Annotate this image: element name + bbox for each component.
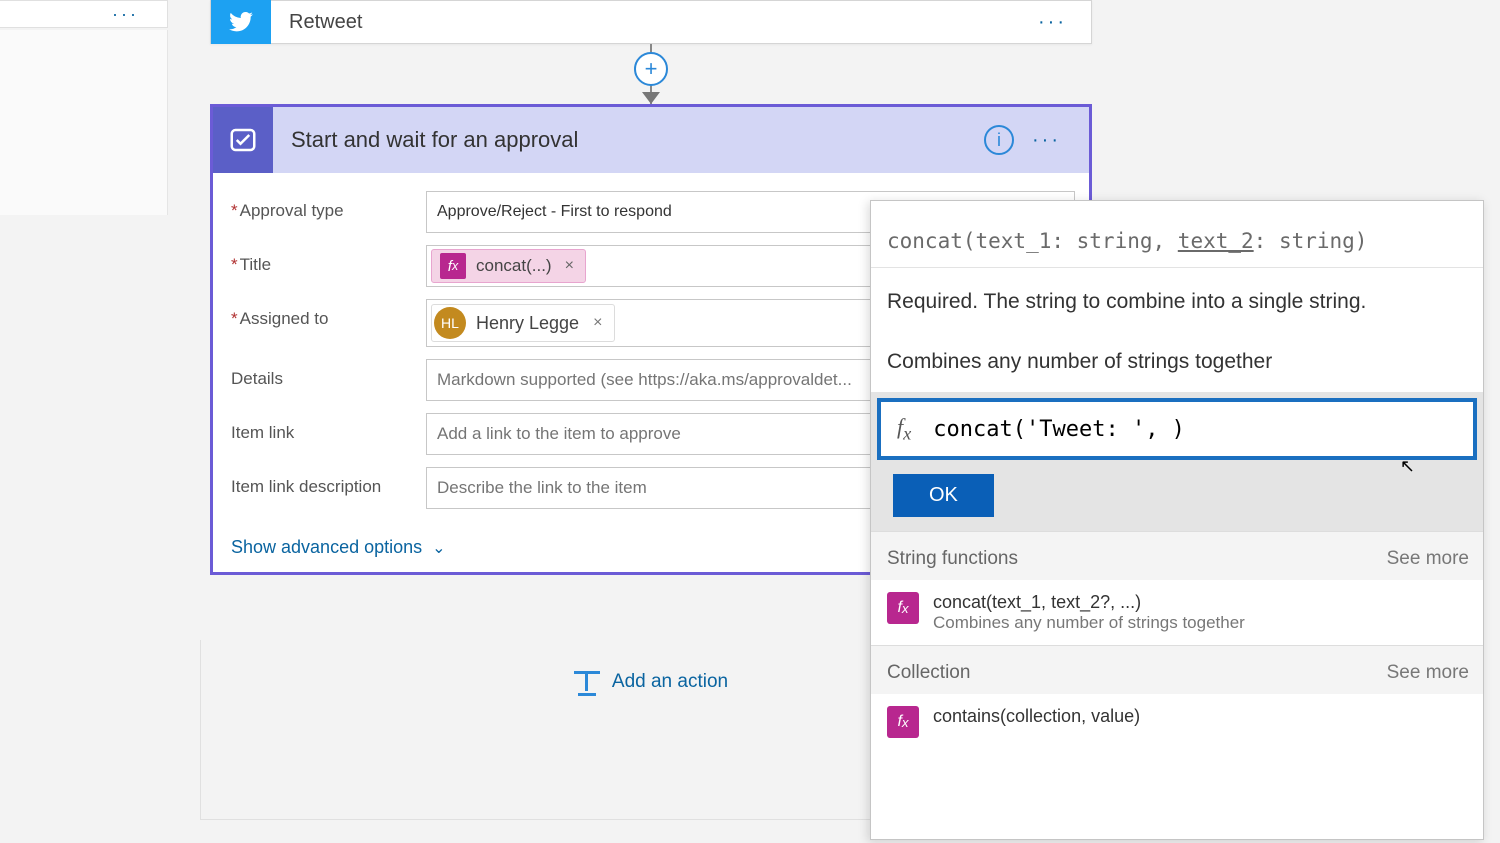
- expression-popover: concat(text_1: string, text_2: string) R…: [870, 200, 1484, 840]
- see-more-collection[interactable]: See more: [1387, 662, 1469, 684]
- toolbar-stub[interactable]: ···: [0, 0, 168, 28]
- expression-input[interactable]: [933, 417, 1457, 442]
- approval-header[interactable]: Start and wait for an approval i ···: [213, 107, 1089, 173]
- label-assigned-to: Assigned to: [231, 299, 426, 329]
- fx-icon: fx: [897, 414, 911, 444]
- expression-token[interactable]: fx concat(...) ×: [431, 249, 586, 283]
- expression-input-box: fx ↖: [877, 398, 1477, 460]
- param-description: Required. The string to combine into a s…: [871, 268, 1483, 320]
- connector: +: [210, 44, 1092, 104]
- add-step-button[interactable]: +: [634, 52, 668, 86]
- action-card-retweet[interactable]: Retweet ···: [210, 0, 1092, 44]
- retweet-title: Retweet: [271, 11, 1038, 34]
- function-signature: concat(text_1: string, text_2: string): [871, 201, 1483, 268]
- info-icon[interactable]: i: [984, 125, 1014, 155]
- fx-icon: fx: [440, 253, 466, 279]
- advanced-toggle[interactable]: Show advanced options ⌄: [231, 537, 446, 558]
- left-sidebar-stub: [0, 30, 168, 215]
- label-approval-type: Approval type: [231, 191, 426, 221]
- ok-button[interactable]: OK: [893, 474, 994, 517]
- label-title: Title: [231, 245, 426, 275]
- label-item-link-desc: Item link description: [231, 467, 426, 497]
- retweet-menu[interactable]: ···: [1038, 11, 1091, 34]
- arrow-down-icon: [642, 92, 660, 104]
- fn-concat[interactable]: fx concat(text_1, text_2?, ...) Combines…: [871, 580, 1483, 645]
- see-more-string[interactable]: See more: [1387, 548, 1469, 570]
- chevron-down-icon: ⌄: [432, 538, 445, 558]
- label-item-link: Item link: [231, 413, 426, 443]
- approval-icon: [213, 107, 273, 173]
- overflow-dots[interactable]: ···: [112, 4, 139, 25]
- fn-contains[interactable]: fx contains(collection, value): [871, 694, 1483, 750]
- approval-title: Start and wait for an approval: [291, 127, 984, 153]
- person-chip[interactable]: HL Henry Legge ×: [431, 304, 615, 342]
- label-details: Details: [231, 359, 426, 401]
- twitter-icon: [211, 0, 271, 44]
- approval-menu[interactable]: ···: [1032, 129, 1065, 152]
- fx-icon: fx: [887, 592, 919, 624]
- chip-remove[interactable]: ×: [589, 314, 606, 332]
- cursor-icon: ↖: [1400, 456, 1415, 477]
- function-description: Combines any number of strings together: [871, 320, 1483, 392]
- section-collection: Collection See more: [871, 645, 1483, 694]
- fx-icon: fx: [887, 706, 919, 738]
- token-remove[interactable]: ×: [562, 257, 577, 275]
- section-string-functions: String functions See more: [871, 531, 1483, 580]
- avatar: HL: [434, 307, 466, 339]
